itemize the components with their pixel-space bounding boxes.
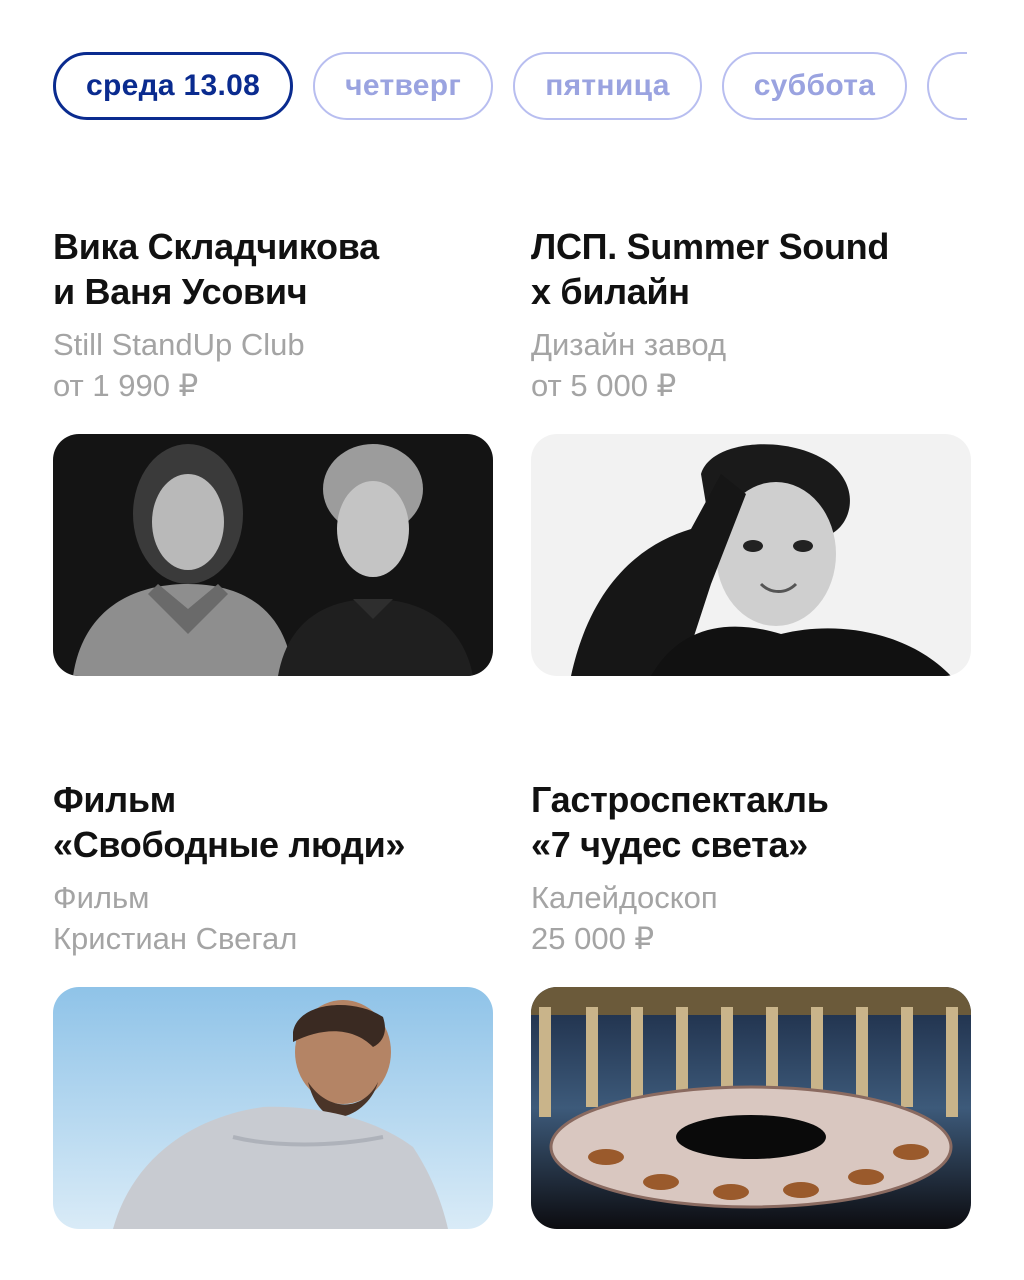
tab-saturday[interactable]: суббота	[721, 52, 908, 120]
event-card[interactable]: Вика Складчикова и Ваня Усович Still Stan…	[53, 224, 493, 676]
event-title: Фильм «Свободные люди»	[53, 779, 406, 865]
event-price: Кристиан Свегал	[53, 921, 298, 956]
event-venue: Still StandUp Club	[53, 327, 305, 362]
event-card[interactable]: ЛСП. Summer Sound x билайн Дизайн завод о…	[531, 224, 971, 676]
event-venue: Дизайн завод	[531, 327, 727, 362]
event-image[interactable]	[53, 434, 493, 676]
event-venue: Калейдоскоп	[531, 880, 718, 915]
event-title: ЛСП. Summer Sound x билайн	[531, 226, 890, 312]
tab-thursday[interactable]: четверг	[313, 52, 494, 120]
event-image[interactable]	[531, 987, 971, 1229]
event-venue: Фильм	[53, 880, 150, 915]
tab-friday[interactable]: пятница	[513, 52, 702, 120]
day-tabs: среда 13.08 четверг пятница суббота	[53, 52, 968, 120]
event-card[interactable]: Фильм «Свободные люди» Фильм Кристиан Све…	[53, 777, 493, 1229]
event-price: от 5 000 ₽	[531, 368, 677, 403]
event-price: 25 000 ₽	[531, 921, 655, 956]
event-image[interactable]	[53, 987, 493, 1229]
event-image[interactable]	[531, 434, 971, 676]
tab-next-partial[interactable]	[927, 52, 968, 120]
event-card[interactable]: Гастроспектакль «7 чудес света» Калейдоск…	[531, 777, 971, 1229]
event-price: от 1 990 ₽	[53, 368, 199, 403]
event-title: Вика Складчикова и Ваня Усович	[53, 226, 379, 312]
tab-wednesday[interactable]: среда 13.08	[53, 52, 294, 120]
event-title: Гастроспектакль «7 чудес света»	[531, 779, 829, 865]
